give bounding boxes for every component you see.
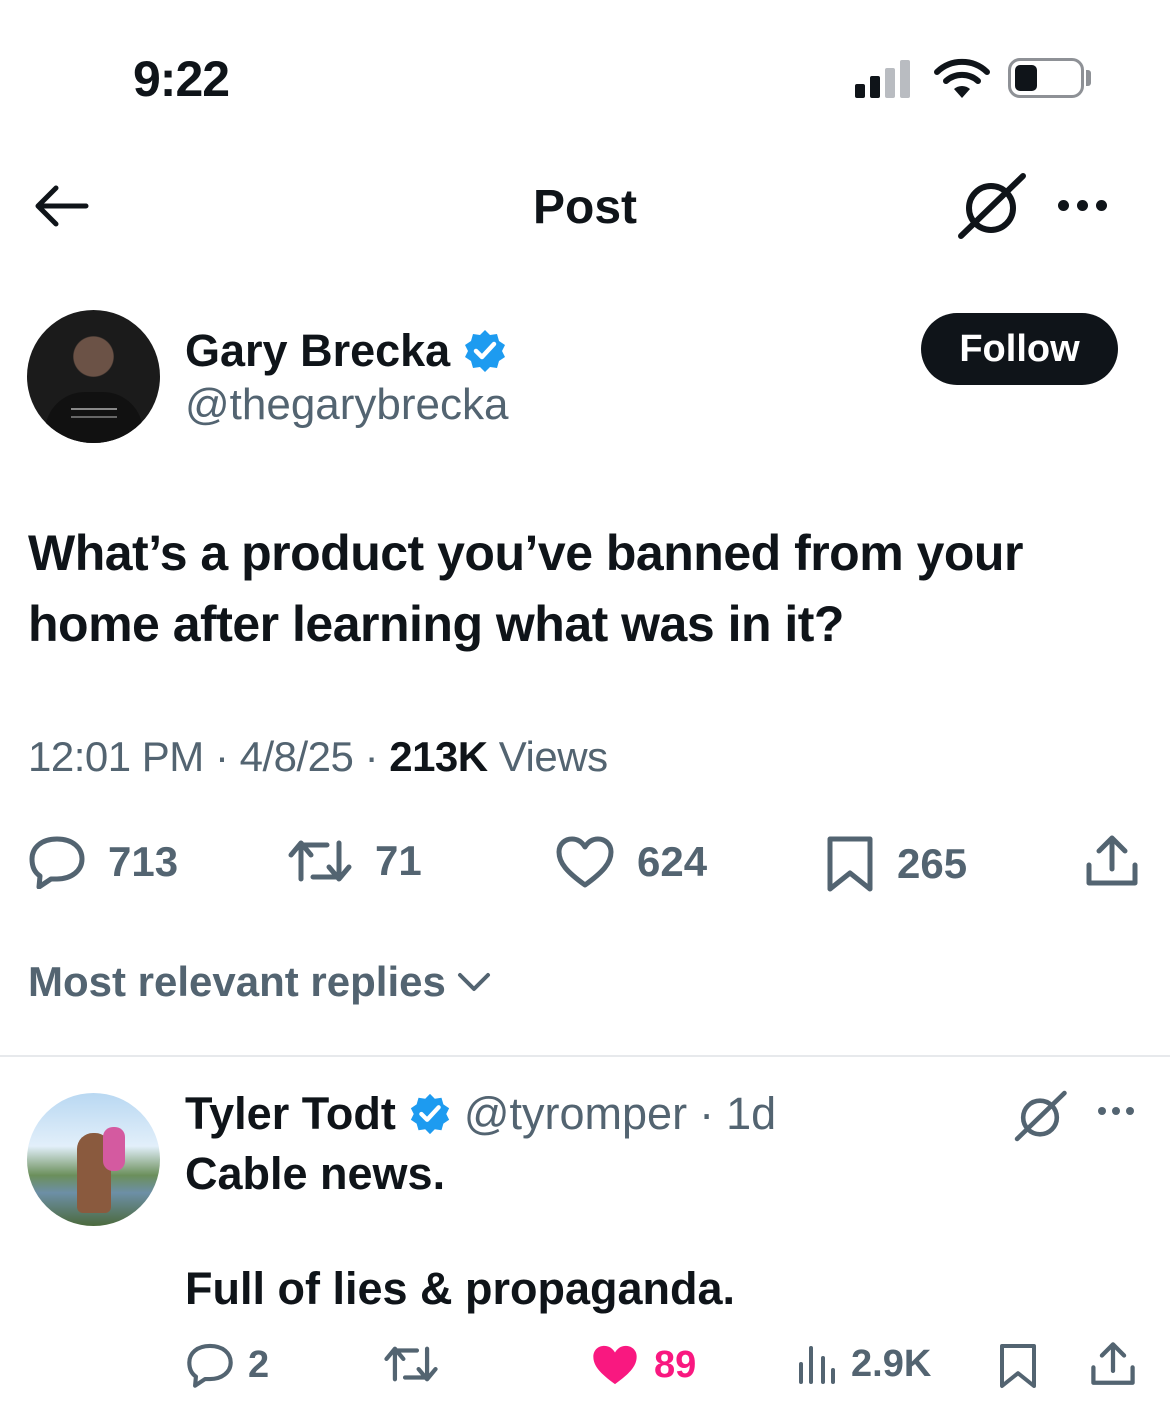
share-icon bbox=[1091, 1342, 1135, 1385]
meta-separator: · bbox=[214, 733, 240, 780]
reply-separator: · bbox=[699, 1088, 715, 1139]
reply-more-icon[interactable] bbox=[1098, 1107, 1134, 1115]
signal-icon bbox=[855, 60, 915, 98]
bookmark-icon bbox=[827, 836, 873, 892]
reply-share-button[interactable] bbox=[1090, 1340, 1136, 1393]
repost-button[interactable]: 71 bbox=[287, 835, 422, 887]
reply-age: 1d bbox=[726, 1088, 777, 1139]
reply-reply-button[interactable]: 2 bbox=[186, 1342, 269, 1388]
bookmark-count: 265 bbox=[897, 840, 968, 887]
like-count: 624 bbox=[637, 838, 708, 885]
tweet-meta: 12:01 PM · 4/8/25 · 213K Views bbox=[28, 733, 608, 781]
reply-repost-button[interactable] bbox=[383, 1342, 439, 1386]
repost-count: 71 bbox=[375, 837, 422, 884]
reply-views-count: 2.9K bbox=[851, 1342, 932, 1385]
analytics-icon bbox=[799, 1346, 835, 1384]
status-time: 9:22 bbox=[133, 51, 230, 107]
reply-button[interactable]: 713 bbox=[28, 835, 178, 889]
verified-badge-icon bbox=[410, 1093, 449, 1135]
follow-button[interactable]: Follow bbox=[921, 313, 1118, 385]
tweet-text: What’s a product you’ve banned from your… bbox=[28, 525, 1023, 652]
reply-text-line: Full of lies & propaganda. bbox=[185, 1263, 736, 1314]
views-count: 213K bbox=[389, 733, 488, 780]
tweet-time: 12:01 PM bbox=[28, 733, 204, 780]
reply-avatar[interactable] bbox=[27, 1093, 160, 1226]
reply-bookmark-button[interactable] bbox=[998, 1342, 1038, 1390]
reply-author-name[interactable]: Tyler Todt bbox=[185, 1088, 396, 1140]
replies-sort-dropdown[interactable]: Most relevant replies bbox=[28, 958, 494, 1006]
verified-badge-icon bbox=[465, 330, 506, 372]
reply-author-handle[interactable]: @tyromper bbox=[464, 1088, 687, 1140]
battery-tip bbox=[1086, 70, 1091, 86]
bookmark-button[interactable]: 265 bbox=[825, 835, 967, 893]
repost-icon bbox=[288, 840, 352, 882]
reply-like-count: 89 bbox=[654, 1343, 697, 1386]
share-icon bbox=[1086, 835, 1138, 886]
reply-reply-count: 2 bbox=[248, 1343, 270, 1386]
chevron-down-icon bbox=[457, 973, 490, 991]
meta-separator: · bbox=[364, 733, 390, 780]
reply-header[interactable]: Tyler Todt @tyromper · 1d bbox=[185, 1088, 776, 1140]
replies-sort-label: Most relevant replies bbox=[28, 958, 446, 1005]
wifi-icon bbox=[933, 58, 991, 105]
more-options-icon[interactable] bbox=[1058, 200, 1107, 211]
bookmark-icon bbox=[1000, 1344, 1036, 1388]
grok-icon[interactable] bbox=[955, 172, 1027, 245]
reply-like-button[interactable]: 89 bbox=[590, 1342, 696, 1388]
reply-icon bbox=[187, 1343, 233, 1388]
repost-icon bbox=[384, 1346, 438, 1382]
heart-filled-icon bbox=[593, 1345, 637, 1385]
reply-icon bbox=[29, 836, 85, 889]
views-label: Views bbox=[498, 733, 608, 780]
battery-icon bbox=[1008, 58, 1084, 98]
author-name[interactable]: Gary Brecka bbox=[185, 325, 450, 377]
reply-text-line: Cable news. bbox=[185, 1148, 446, 1199]
author-handle[interactable]: @thegarybrecka bbox=[185, 380, 509, 430]
author-avatar[interactable] bbox=[27, 310, 160, 443]
reply-views-button[interactable]: 2.9K bbox=[797, 1342, 931, 1386]
heart-icon bbox=[556, 836, 614, 888]
author-name-row[interactable]: Gary Brecka bbox=[185, 325, 508, 377]
share-button[interactable] bbox=[1085, 833, 1139, 894]
grok-icon[interactable] bbox=[1012, 1090, 1068, 1147]
like-button[interactable]: 624 bbox=[555, 835, 707, 889]
divider bbox=[0, 1055, 1170, 1057]
tweet-date: 4/8/25 bbox=[239, 733, 354, 780]
reply-count: 713 bbox=[108, 838, 179, 885]
